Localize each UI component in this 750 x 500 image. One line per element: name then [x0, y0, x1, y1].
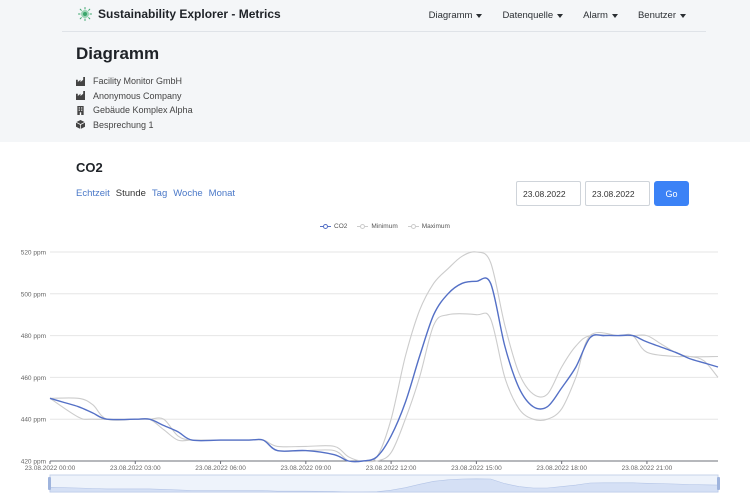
- location-info: Facility Monitor GmbH Anonymous Company …: [76, 74, 193, 132]
- info-text: Gebäude Komplex Alpha: [93, 105, 193, 116]
- x-tick-label: 23.08.2022 15:00: [451, 465, 502, 472]
- x-tick-label: 23.08.2022 21:00: [622, 465, 673, 472]
- y-tick-label: 460 ppm: [21, 375, 46, 382]
- x-tick-label: 23.08.2022 18:00: [536, 465, 587, 472]
- metric-title: CO2: [76, 160, 103, 175]
- period-tag[interactable]: Tag: [152, 188, 167, 199]
- page-title: Diagramm: [76, 44, 160, 63]
- header-area: Sustainability Explorer - Metrics Diagra…: [0, 0, 750, 142]
- caret-down-icon: [680, 13, 686, 18]
- y-tick-label: 500 ppm: [21, 291, 46, 298]
- date-from-input[interactable]: [516, 181, 581, 206]
- chart-legend: CO2 Minimum Maximum: [320, 223, 450, 230]
- caret-down-icon: [557, 13, 564, 18]
- date-to-input[interactable]: [585, 181, 650, 206]
- nav-item-diagramm[interactable]: Diagramm: [429, 10, 483, 21]
- x-tick-label: 23.08.2022 03:00: [110, 465, 161, 472]
- zoom-handle-right[interactable]: [717, 477, 720, 490]
- info-row-company: Facility Monitor GmbH: [76, 74, 193, 89]
- legend-marker: [320, 223, 331, 230]
- legend-marker: [407, 223, 419, 230]
- navbar: Sustainability Explorer - Metrics Diagra…: [62, 0, 706, 32]
- info-text: Anonymous Company: [93, 90, 182, 101]
- nav-item-label: Benutzer: [637, 10, 676, 21]
- nav-menu: Diagramm Datenquelle Alarm Benutzer: [429, 10, 686, 21]
- nav-item-label: Alarm: [583, 10, 608, 21]
- co2-line-chart: 420 ppm440 ppm460 ppm480 ppm500 ppm520 p…: [21, 250, 720, 493]
- period-stunde[interactable]: Stunde: [116, 188, 146, 199]
- caret-down-icon: [476, 13, 483, 18]
- caret-down-icon: [611, 13, 618, 18]
- info-text: Besprechung 1: [93, 119, 154, 130]
- zoom-handle-left[interactable]: [48, 477, 51, 490]
- period-echtzeit[interactable]: Echtzeit: [76, 188, 110, 199]
- info-text: Facility Monitor GmbH: [93, 76, 183, 87]
- nav-item-datenquelle[interactable]: Datenquelle: [502, 10, 564, 21]
- legend-item-minimum[interactable]: Minimum: [357, 223, 398, 230]
- app-title: Sustainability Explorer - Metrics: [98, 7, 281, 21]
- x-tick-label: 23.08.2022 06:00: [195, 465, 246, 472]
- info-row-building: Gebäude Komplex Alpha: [76, 103, 193, 118]
- legend-item-maximum[interactable]: Maximum: [407, 223, 450, 230]
- series-line-co2: [49, 277, 719, 463]
- period-woche[interactable]: Woche: [173, 188, 202, 199]
- cube-icon: [76, 120, 85, 130]
- y-tick-label: 480 ppm: [21, 333, 46, 340]
- y-tick-label: 440 ppm: [21, 417, 46, 424]
- info-row-company: Anonymous Company: [76, 89, 193, 104]
- globe-logo-icon: [78, 7, 92, 21]
- go-button[interactable]: Go: [654, 181, 689, 206]
- series-line-maximum: [49, 251, 719, 463]
- nav-item-label: Diagramm: [428, 10, 473, 21]
- factory-icon: [76, 91, 85, 101]
- nav-item-alarm[interactable]: Alarm: [583, 10, 618, 21]
- y-tick-label: 520 ppm: [21, 250, 46, 257]
- legend-label: Maximum: [421, 223, 450, 230]
- nav-item-benutzer[interactable]: Benutzer: [638, 10, 686, 21]
- factory-icon: [76, 76, 85, 86]
- legend-label: CO2: [334, 223, 348, 230]
- period-selector: Echtzeit Stunde Tag Woche Monat: [76, 188, 235, 199]
- x-tick-label: 23.08.2022 00:00: [25, 465, 76, 472]
- nav-item-label: Datenquelle: [502, 10, 554, 21]
- brand[interactable]: Sustainability Explorer - Metrics: [78, 7, 281, 21]
- legend-item-co2[interactable]: CO2: [320, 223, 347, 230]
- info-row-room: Besprechung 1: [76, 118, 193, 133]
- legend-label: Minimum: [371, 223, 398, 230]
- x-tick-label: 23.08.2022 09:00: [281, 465, 332, 472]
- period-monat[interactable]: Monat: [209, 188, 235, 199]
- building-icon: [77, 105, 84, 115]
- legend-marker: [357, 223, 369, 230]
- x-tick-label: 23.08.2022 12:00: [366, 465, 417, 472]
